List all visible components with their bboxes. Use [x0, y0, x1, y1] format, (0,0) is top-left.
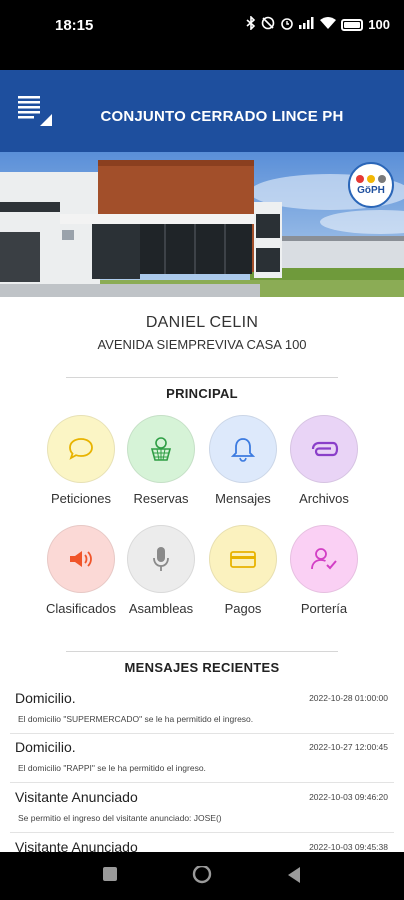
tile-clasificados[interactable]: Clasificados — [36, 525, 126, 625]
message-date: 2022-10-03 09:45:38 — [309, 842, 388, 852]
status-bar: 18:15 100 — [0, 0, 404, 52]
paperclip-icon — [311, 441, 339, 457]
tile-reservas[interactable]: Reservas — [116, 415, 206, 515]
do-not-disturb-icon — [261, 16, 275, 33]
badge-dot-red — [356, 174, 364, 183]
badge-dots — [356, 174, 386, 183]
basketball-hoop-icon — [150, 437, 172, 461]
message-item[interactable]: Visitante Anunciado 2022-10-03 09:45:38 — [10, 835, 394, 852]
message-title: Visitante Anunciado — [15, 839, 138, 852]
tile-archivos[interactable]: Archivos — [279, 415, 369, 515]
pagos-circle — [209, 525, 277, 593]
mensajes-label: Mensajes — [215, 491, 271, 506]
message-item[interactable]: Domicilio. 2022-10-27 12:00:45 El domici… — [10, 735, 394, 783]
reservas-label: Reservas — [133, 491, 189, 506]
tile-mensajes[interactable]: Mensajes — [198, 415, 288, 515]
brand-badge: GöPH — [348, 162, 394, 208]
tile-porteria[interactable]: Portería — [279, 525, 369, 625]
person-check-icon — [311, 548, 337, 570]
tile-peticiones[interactable]: Peticiones — [36, 415, 126, 515]
archivos-label: Archivos — [299, 491, 349, 506]
recents-button[interactable] — [102, 866, 118, 882]
archivos-circle — [290, 415, 358, 483]
message-title: Visitante Anunciado — [15, 789, 138, 805]
message-title: Domicilio. — [15, 739, 76, 755]
message-item[interactable]: Visitante Anunciado 2022-10-03 09:46:20 … — [10, 785, 394, 833]
reservas-circle — [127, 415, 195, 483]
battery-icon — [341, 18, 364, 31]
clasificados-circle — [47, 525, 115, 593]
asambleas-label: Asambleas — [128, 601, 194, 616]
badge-text: GöPH — [357, 184, 385, 196]
peticiones-label: Peticiones — [51, 491, 111, 506]
message-item[interactable]: Domicilio. 2022-10-28 01:00:00 El domici… — [10, 686, 394, 734]
message-body: El domicilio "RAPPI" se le ha permitido … — [18, 763, 206, 773]
peticiones-circle — [47, 415, 115, 483]
badge-dot-gray — [378, 174, 386, 183]
user-name: DANIEL CELIN — [145, 314, 259, 331]
microphone-icon — [153, 547, 169, 571]
message-date: 2022-10-27 12:00:45 — [309, 742, 388, 752]
principal-title: PRINCIPAL — [166, 386, 238, 401]
hero-image: GöPH — [0, 152, 404, 297]
message-date: 2022-10-28 01:00:00 — [309, 693, 388, 703]
message-date: 2022-10-03 09:46:20 — [309, 792, 388, 802]
badge-dot-yellow — [367, 174, 375, 183]
mensajes-circle — [209, 415, 277, 483]
app-screen: CONJUNTO CERRADO LINCE PH GöPH DANIEL CE… — [0, 52, 404, 852]
divider — [66, 377, 338, 378]
bluetooth-icon — [246, 15, 256, 33]
app-title: CONJUNTO CERRADO LINCE PH — [100, 108, 344, 125]
divider — [66, 651, 338, 652]
back-button[interactable] — [286, 866, 302, 884]
clasificados-label: Clasificados — [45, 601, 117, 616]
battery-level: 100 — [368, 17, 390, 32]
alarm-icon — [280, 16, 294, 33]
message-body: Se permitio el ingreso del visitante anu… — [18, 813, 222, 823]
credit-card-icon — [230, 551, 256, 568]
status-icons: 100 — [246, 15, 390, 33]
speech-bubble-icon — [69, 438, 93, 460]
pagos-label: Pagos — [224, 601, 262, 616]
megaphone-icon — [70, 551, 92, 567]
system-nav-bar — [0, 852, 404, 900]
porteria-circle — [290, 525, 358, 593]
status-time: 18:15 — [55, 17, 94, 34]
tile-pagos[interactable]: Pagos — [198, 525, 288, 625]
menu-icon[interactable] — [18, 96, 52, 128]
wifi-icon — [320, 17, 337, 32]
recent-messages-title: MENSAJES RECIENTES — [124, 660, 280, 675]
porteria-label: Portería — [300, 601, 348, 616]
tile-asambleas[interactable]: Asambleas — [116, 525, 206, 625]
app-bar: CONJUNTO CERRADO LINCE PH — [0, 70, 404, 152]
message-body: El domicilio "SUPERMERCADO" se le ha per… — [18, 714, 254, 724]
message-title: Domicilio. — [15, 690, 76, 706]
user-address: AVENIDA SIEMPREVIVA CASA 100 — [97, 337, 307, 352]
asambleas-circle — [127, 525, 195, 593]
signal-icon — [299, 17, 315, 32]
home-button[interactable] — [191, 866, 213, 888]
bell-icon — [231, 438, 255, 462]
